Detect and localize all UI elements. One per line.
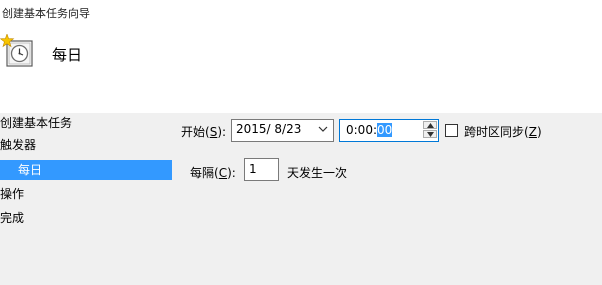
nav-item-trigger[interactable]: 触发器	[0, 135, 36, 155]
recur-days-value: 1	[249, 162, 257, 176]
sync-timezones-label[interactable]: 跨时区同步(Z)	[464, 123, 542, 140]
chevron-down-icon[interactable]	[317, 123, 329, 135]
start-accel-close: ):	[217, 125, 227, 139]
sync-timezones-checkbox[interactable]	[445, 124, 458, 137]
nav-item-daily[interactable]: 每日	[0, 160, 172, 180]
recur-suffix: 天发生一次	[287, 166, 348, 180]
recur-label: 每隔(C):	[190, 164, 236, 181]
nav-item-finish[interactable]: 完成	[0, 208, 24, 228]
recur-accel-close: ):	[227, 166, 236, 180]
recur-label-text: 每隔	[190, 166, 215, 180]
nav-item-create-basic-task[interactable]: 创建基本任务	[0, 113, 72, 133]
window-title: 创建基本任务向导	[2, 7, 90, 20]
time-spinner	[423, 121, 437, 138]
start-time-field[interactable]: 0:00:00	[339, 119, 439, 142]
caret-down-icon	[427, 132, 434, 137]
start-time-prefix: 0:00:	[346, 123, 377, 137]
start-date-value: 2015/ 8/23	[236, 122, 302, 136]
start-label-text: 开始	[181, 125, 206, 139]
time-up-button[interactable]	[423, 121, 437, 129]
start-label: 开始(S):	[181, 123, 226, 140]
start-time-seconds: 00	[377, 123, 393, 137]
page-title: 每日	[52, 46, 83, 64]
clock-with-star-icon	[0, 33, 36, 70]
sync-accel-close: )	[536, 125, 542, 139]
start-time-value: 0:00:00	[346, 123, 393, 137]
recur-days-input[interactable]: 1	[244, 158, 279, 181]
time-down-button[interactable]	[423, 130, 437, 138]
caret-up-icon	[427, 123, 434, 128]
content-area: 创建基本任务 触发器 每日 操作 完成 开始(S): 2015/ 8/23 0:…	[0, 113, 602, 285]
recur-accel-key: C	[218, 166, 228, 180]
sync-label-text: 跨时区同步	[464, 125, 525, 139]
start-date-picker[interactable]: 2015/ 8/23	[231, 119, 334, 142]
nav-item-action[interactable]: 操作	[0, 184, 24, 204]
sync-accel-key: Z	[528, 125, 537, 139]
